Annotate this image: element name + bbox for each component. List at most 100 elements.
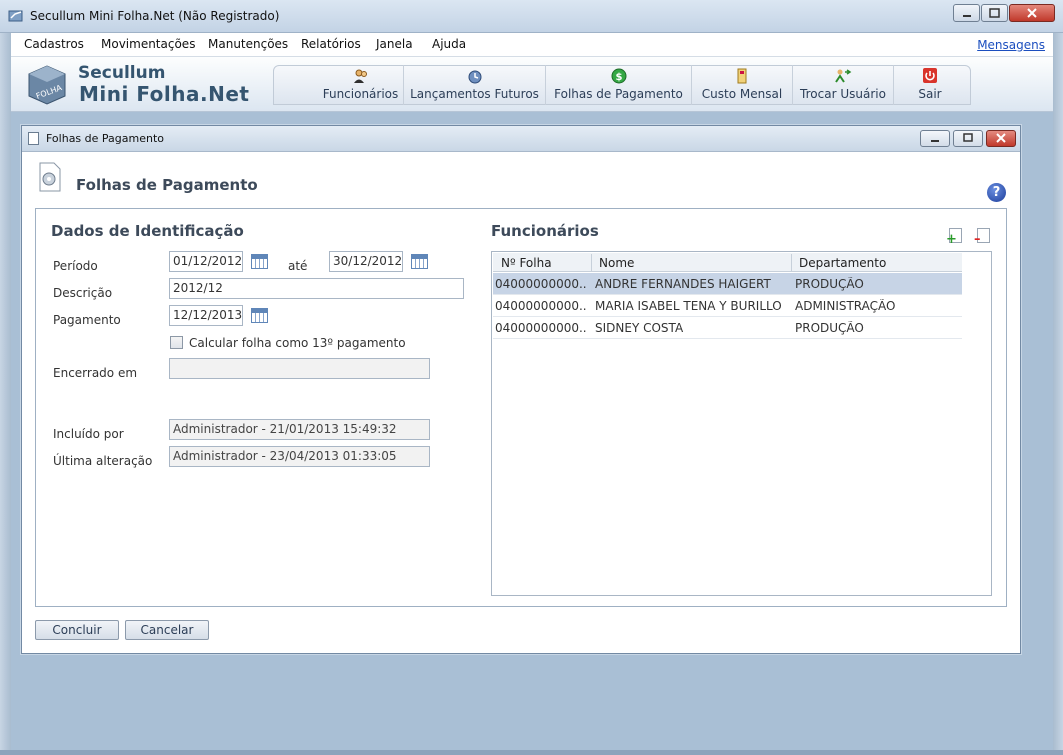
calendar-icon[interactable] [251, 254, 268, 269]
menu-manutencoes[interactable]: Manutenções [208, 37, 288, 51]
maximize-icon [989, 8, 1000, 18]
column-separator[interactable] [591, 254, 592, 271]
users-icon [353, 69, 367, 83]
child-title-bar: Folhas de Pagamento [22, 126, 1020, 152]
svg-text:$: $ [615, 72, 622, 83]
menu-movimentacoes[interactable]: Movimentações [101, 37, 195, 51]
maximize-button[interactable] [981, 4, 1008, 22]
column-separator[interactable] [791, 254, 792, 271]
identification-title: Dados de Identificação [51, 222, 244, 240]
toolbar-sair-button[interactable]: Sair [894, 65, 966, 105]
switch-user-icon [835, 69, 852, 83]
app-title: Secullum Mini Folha.Net (Não Registrado) [30, 9, 280, 23]
concluir-button[interactable]: Concluir [35, 620, 119, 640]
encerrado-field [169, 358, 430, 379]
table-row[interactable]: 04000000000... MARIA ISABEL TENA Y BURIL… [493, 295, 962, 317]
minimize-icon [963, 15, 971, 17]
incluido-field: Administrador - 21/01/2013 15:49:32 [169, 419, 430, 440]
close-icon [996, 133, 1006, 143]
menu-relatorios[interactable]: Relatórios [301, 37, 361, 51]
folha-logo: FOLHA [28, 65, 66, 105]
child-close-button[interactable] [986, 130, 1016, 147]
calc-13-label: Calcular folha como 13º pagamento [189, 336, 406, 350]
toolbar-folhas-button[interactable]: $ Folhas de Pagamento [546, 65, 692, 105]
toolbar-funcionarios-button[interactable]: Funcionários [318, 65, 404, 105]
app-title-bar: Secullum Mini Folha.Net (Não Registrado) [0, 0, 1063, 33]
calc-13-checkbox[interactable] [170, 336, 183, 349]
menu-cadastros[interactable]: Cadastros [24, 37, 84, 51]
periodo-label: Período [53, 259, 98, 273]
cell-departamento: PRODUÇÃO [795, 321, 864, 335]
cell-folha: 04000000000... [495, 277, 587, 291]
money-icon: $ [611, 68, 626, 84]
employees-title: Funcionários [491, 222, 599, 240]
window-frame-left [0, 33, 11, 755]
minimize-icon [931, 140, 939, 142]
grid-header: Nº Folha Nome Departamento [493, 253, 962, 272]
toolbar-lancamentos-button[interactable]: Lançamentos Futuros [404, 65, 546, 105]
menu-ajuda[interactable]: Ajuda [432, 37, 466, 51]
table-row[interactable]: 04000000000... SIDNEY COSTA PRODUÇÃO [493, 317, 962, 339]
document-icon [28, 132, 39, 145]
descricao-field[interactable]: 2012/12 [169, 278, 464, 299]
add-employee-icon[interactable] [946, 228, 962, 247]
window-frame-right [1053, 33, 1063, 755]
calendar-icon[interactable] [251, 308, 268, 323]
table-row[interactable]: 04000000000... ANDRE FERNANDES HAIGERT P… [493, 273, 962, 295]
ate-label: até [288, 259, 308, 273]
cell-folha: 04000000000... [495, 299, 587, 313]
maximize-icon [963, 133, 973, 142]
calendar-icon[interactable] [411, 254, 428, 269]
toolbar-trocar-button[interactable]: Trocar Usuário [793, 65, 894, 105]
child-window-controls [917, 130, 1016, 147]
child-minimize-button[interactable] [920, 130, 950, 147]
brand-product: Mini Folha.Net [79, 82, 250, 106]
child-maximize-button[interactable] [953, 130, 983, 147]
toolbar-label: Funcionários [322, 87, 399, 101]
power-icon [923, 68, 937, 83]
descricao-label: Descrição [53, 286, 113, 300]
form-heading: Folhas de Pagamento [76, 176, 258, 194]
minimize-button[interactable] [953, 4, 980, 22]
column-header-departamento[interactable]: Departamento [799, 256, 886, 270]
cell-nome: SIDNEY COSTA [595, 321, 684, 335]
cell-nome: ANDRE FERNANDES HAIGERT [595, 277, 771, 291]
app-icon [8, 10, 23, 22]
help-icon[interactable]: ? [987, 183, 1006, 202]
encerrado-label: Encerrado em [53, 366, 138, 380]
toolbar-custo-button[interactable]: Custo Mensal [692, 65, 793, 105]
menu-janela[interactable]: Janela [376, 37, 413, 51]
employees-grid: Nº Folha Nome Departamento 04000000000..… [491, 251, 992, 596]
payroll-document-icon [39, 162, 61, 192]
periodo-to-field[interactable]: 30/12/2012 [329, 251, 403, 272]
column-header-nome[interactable]: Nome [599, 256, 634, 270]
pagamento-label: Pagamento [53, 313, 121, 327]
cancelar-button[interactable]: Cancelar [125, 620, 209, 640]
cell-folha: 04000000000... [495, 321, 587, 335]
future-entries-icon [468, 70, 481, 84]
messages-link[interactable]: Mensagens [977, 38, 1045, 52]
toolbar-label: Sair [918, 87, 942, 101]
menu-bar: Cadastros Movimentações Manutenções Rela… [11, 33, 1053, 57]
alteracao-label: Última alteração [53, 454, 153, 468]
column-header-folha[interactable]: Nº Folha [501, 256, 552, 270]
close-icon [1027, 8, 1037, 18]
window-controls [952, 4, 1055, 22]
alteracao-field: Administrador - 23/04/2013 01:33:05 [169, 446, 430, 467]
incluido-label: Incluído por [53, 427, 124, 441]
child-title: Folhas de Pagamento [46, 132, 165, 145]
pagamento-field[interactable]: 12/12/2013 [169, 305, 243, 326]
toolbar-label: Trocar Usuário [800, 87, 886, 101]
remove-employee-icon[interactable] [974, 228, 990, 247]
close-button[interactable] [1009, 4, 1055, 22]
main-toolbar: FOLHA Secullum Mini Folha.Net Funcionári… [11, 57, 1053, 112]
status-bar [0, 750, 1063, 755]
toolbar-label: Lançamentos Futuros [410, 87, 539, 101]
cell-departamento: ADMINISTRAÇÃO [795, 299, 896, 313]
form-panel: Dados de Identificação Período 01/12/201… [35, 208, 1007, 607]
cell-departamento: PRODUÇÃO [795, 277, 864, 291]
toolbar-label: Custo Mensal [701, 87, 783, 101]
periodo-from-field[interactable]: 01/12/2012 [169, 251, 243, 272]
folhas-window: Folhas de Pagamento Folhas de Pagamento … [21, 125, 1021, 654]
toolbar-label: Folhas de Pagamento [554, 87, 683, 101]
